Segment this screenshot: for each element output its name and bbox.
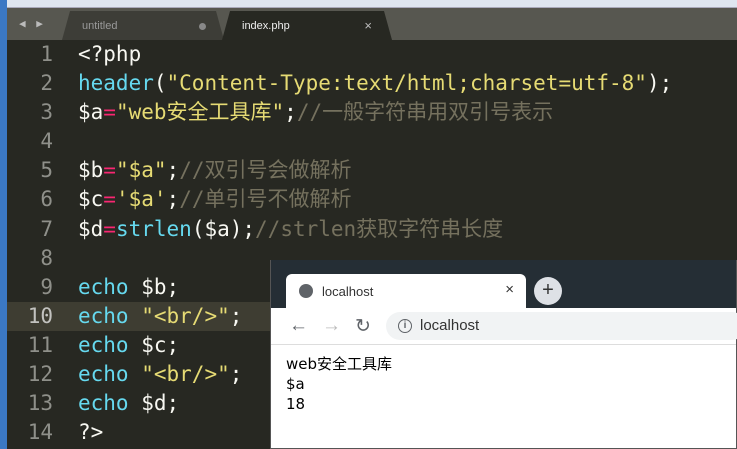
code-token: "Content-Type:text/html;charset=utf-8" [166, 71, 647, 96]
code-token: $d; [128, 391, 180, 416]
code-token: ($a); [191, 216, 256, 241]
code-token: $c; [128, 332, 180, 357]
globe-icon [299, 284, 313, 298]
code-token: //双引号会做解析 [179, 158, 352, 183]
tab-label: index.php [242, 20, 290, 32]
code-token: ; [284, 100, 297, 125]
code-line[interactable]: 5 $b="$a";//双引号会做解析 [7, 156, 737, 185]
code-token: ; [229, 362, 243, 387]
browser-tab-title: localhost [322, 284, 374, 299]
address-bar[interactable]: i localhost [386, 312, 737, 340]
code-token: "<br/>" [141, 362, 230, 387]
code-token: //strlen获取字符串长度 [255, 216, 504, 241]
code-token: $b; [128, 274, 180, 299]
modified-dot-icon [199, 23, 206, 30]
line-number: 12 [27, 362, 53, 387]
close-tab-icon[interactable]: × [364, 18, 372, 33]
code-token: = [103, 216, 116, 241]
code-token: ( [153, 71, 167, 96]
line-number: 6 [40, 187, 53, 212]
code-line[interactable]: 6 $c='$a';//单引号不做解析 [7, 185, 737, 214]
tab-index-php[interactable]: index.php × [222, 11, 392, 40]
code-token: ?> [78, 420, 104, 445]
close-tab-icon[interactable]: × [505, 281, 514, 298]
code-token: ); [646, 71, 673, 96]
code-token: echo [78, 332, 129, 357]
code-token: ; [166, 187, 180, 212]
line-number: 3 [40, 100, 53, 125]
code-token: strlen [115, 216, 192, 241]
code-token: ; [229, 303, 243, 328]
code-token: = [103, 187, 116, 212]
line-number: 7 [40, 216, 53, 241]
code-token: '$a' [115, 187, 167, 212]
output-line: $a [286, 375, 305, 393]
code-token: "web安全工具库" [115, 100, 285, 125]
line-number: 8 [40, 245, 53, 270]
code-line[interactable]: 3 $a="web安全工具库";//一般字符串用双引号表示 [7, 98, 737, 127]
code-token: $c [78, 187, 104, 212]
tab-label: untitled [82, 20, 118, 32]
code-line[interactable]: 4 [7, 127, 737, 156]
output-line: 18 [286, 395, 306, 413]
browser-tab-bar: localhost × + [271, 260, 736, 308]
tab-untitled[interactable]: untitled [62, 11, 224, 40]
page-content: web安全工具库 $a 18 [286, 354, 392, 414]
code-line[interactable]: 1 <?php [7, 40, 737, 69]
code-token: "<br/>" [141, 303, 230, 328]
code-token: $d [78, 216, 104, 241]
code-token: echo [78, 303, 129, 328]
code-token: header [78, 71, 154, 96]
code-token: echo [78, 391, 129, 416]
line-number: 4 [40, 129, 53, 154]
line-number: 2 [40, 71, 53, 96]
code-line[interactable]: 2 header("Content-Type:text/html;charset=… [7, 69, 737, 98]
window-top-strip [0, 0, 737, 8]
line-number: 5 [40, 158, 53, 183]
info-icon[interactable]: i [398, 319, 412, 333]
code-token: = [103, 100, 116, 125]
new-tab-button[interactable]: + [534, 277, 562, 305]
output-line: web安全工具库 [286, 355, 393, 373]
browser-toolbar: ← → ↻ i localhost [271, 308, 737, 345]
code-token: ; [166, 158, 180, 183]
editor-tab-bar: ◀ ▶ untitled index.php × [7, 8, 737, 40]
code-token: $a [78, 100, 104, 125]
url-text: localhost [420, 317, 480, 334]
tab-nav-arrows-icon[interactable]: ◀ ▶ [19, 17, 45, 30]
reload-button[interactable]: ↻ [355, 315, 371, 338]
browser-window: localhost × + ← → ↻ i localhost web安全工具库… [270, 260, 737, 449]
code-token: $b [78, 158, 104, 183]
code-token: = [103, 158, 116, 183]
code-line[interactable]: 7 $d=strlen($a);//strlen获取字符串长度 [7, 215, 737, 244]
line-number: 14 [27, 420, 53, 445]
code-token: <?php [78, 42, 142, 66]
back-button[interactable]: ← [289, 315, 308, 337]
line-number: 1 [40, 42, 53, 66]
window-left-edge [0, 0, 7, 449]
line-number: 11 [27, 332, 53, 357]
code-token: echo [78, 274, 129, 299]
code-token: echo [78, 362, 129, 387]
code-token: //单引号不做解析 [179, 187, 352, 212]
line-number: 9 [40, 274, 53, 299]
line-number: 10 [27, 303, 53, 328]
browser-tab[interactable]: localhost × [286, 274, 526, 308]
line-number: 13 [27, 391, 53, 416]
code-token: "$a" [115, 158, 167, 183]
code-token: //一般字符串用双引号表示 [296, 100, 554, 125]
forward-button[interactable]: → [322, 315, 341, 337]
